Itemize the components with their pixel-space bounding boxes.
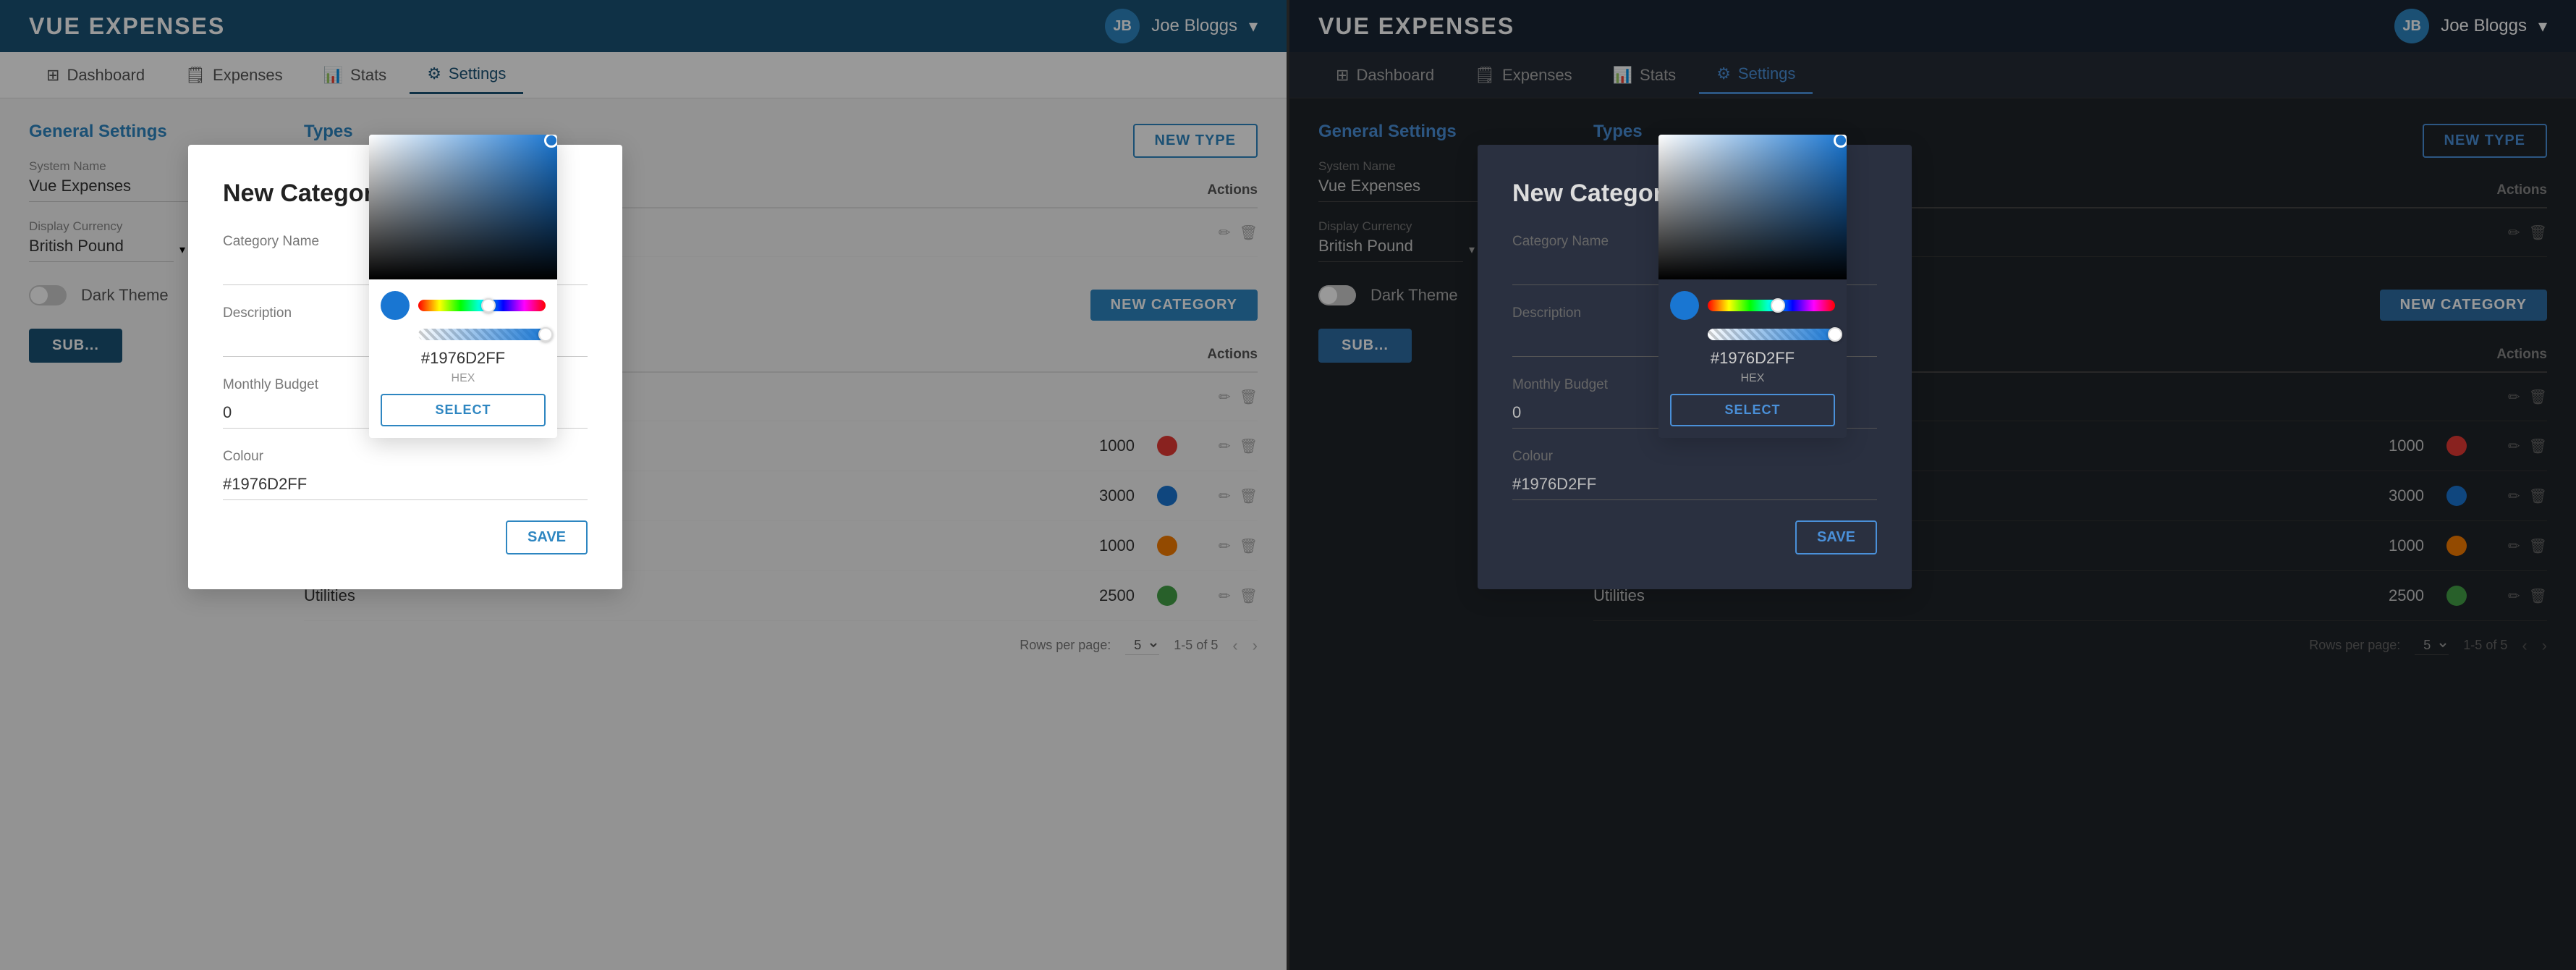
picker-controls-dark: #1976D2FF HEX SELECT: [1658, 279, 1847, 438]
select-btn-dark[interactable]: SELECT: [1670, 394, 1835, 426]
rainbow-bar-light[interactable]: [418, 300, 546, 311]
hex-label-light: HEX: [381, 372, 546, 385]
colour-value-dark: #1976D2FF: [1512, 469, 1877, 500]
hex-display-dark: #1976D2FF: [1670, 349, 1835, 368]
alpha-bar-light[interactable]: [418, 329, 546, 340]
picker-alpha-row-light: [381, 329, 546, 340]
alpha-thumb-dark: [1828, 327, 1842, 342]
color-picker-dark: #1976D2FF HEX SELECT: [1658, 135, 1847, 438]
picker-alpha-row-dark: [1670, 329, 1835, 340]
colour-value-light: #1976D2FF: [223, 469, 588, 500]
color-picker-light: #1976D2FF HEX SELECT: [369, 135, 557, 438]
picker-gradient-dark[interactable]: [1658, 135, 1847, 279]
save-btn-dark[interactable]: SAVE: [1795, 520, 1877, 554]
rainbow-bar-dark[interactable]: [1708, 300, 1835, 311]
picker-cursor-light: [544, 135, 557, 148]
hex-label-dark: HEX: [1670, 372, 1835, 385]
alpha-overlay-dark: [1708, 329, 1835, 340]
light-panel: VUE EXPENSES JB Joe Bloggs ▾ ⊞ Dashboard…: [0, 0, 1287, 970]
modal-colour-field-light: Colour #1976D2FF: [223, 449, 588, 500]
picker-cursor-dark: [1834, 135, 1847, 148]
hex-display-light: #1976D2FF: [381, 349, 546, 368]
picker-swatch-dark: [1670, 291, 1699, 320]
modal-footer-light: SAVE: [223, 520, 588, 554]
modal-footer-dark: SAVE: [1512, 520, 1877, 554]
modal-overlay-dark: New Category Category Name Description M…: [1289, 0, 2576, 970]
save-btn-light[interactable]: SAVE: [506, 520, 588, 554]
select-btn-light[interactable]: SELECT: [381, 394, 546, 426]
rainbow-thumb-dark: [1771, 298, 1785, 313]
dark-panel: VUE EXPENSES JB Joe Bloggs ▾ ⊞ Dashboard…: [1289, 0, 2576, 970]
alpha-thumb-light: [538, 327, 553, 342]
picker-swatch-row-dark: [1670, 291, 1835, 320]
picker-gradient-light[interactable]: [369, 135, 557, 279]
alpha-bar-dark[interactable]: [1708, 329, 1835, 340]
picker-swatch-row-light: [381, 291, 546, 320]
colour-label-dark: Colour: [1512, 449, 1877, 465]
alpha-overlay-light: [418, 329, 546, 340]
colour-label-light: Colour: [223, 449, 588, 465]
modal-colour-field-dark: Colour #1976D2FF: [1512, 449, 1877, 500]
picker-swatch-light: [381, 291, 410, 320]
picker-controls-light: #1976D2FF HEX SELECT: [369, 279, 557, 438]
modal-overlay-light: New Category Category Name Description M…: [0, 0, 1287, 970]
rainbow-thumb-light: [481, 298, 496, 313]
